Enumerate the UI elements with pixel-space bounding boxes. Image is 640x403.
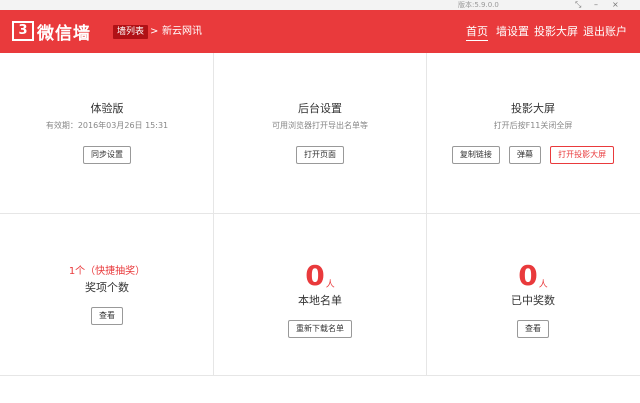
copy-link-button[interactable]: 复制链接 bbox=[451, 146, 500, 164]
nav-logout[interactable]: 退出账户 bbox=[583, 24, 627, 40]
projector-title: 投影大屏 bbox=[511, 102, 555, 115]
trial-title: 体验版 bbox=[90, 102, 124, 115]
backend-desc: 可用浏览器打开导出名单等 bbox=[272, 121, 368, 130]
winners-unit: 人 bbox=[538, 280, 548, 290]
logo: 3 微信墙 bbox=[12, 20, 91, 44]
restore-icon[interactable]: ⤡ bbox=[575, 0, 581, 10]
version-label: 版本:5.9.0.0 bbox=[458, 1, 499, 9]
open-page-button[interactable]: 打开页面 bbox=[296, 146, 344, 164]
local-list-title: 本地名单 bbox=[298, 294, 342, 307]
projector-desc: 打开后按F11关闭全屏 bbox=[493, 121, 573, 130]
sync-settings-button[interactable]: 同步设置 bbox=[83, 146, 131, 164]
view-winners-button[interactable]: 查看 bbox=[517, 320, 549, 338]
backend-title: 后台设置 bbox=[298, 102, 342, 115]
nav-home[interactable]: 首页 bbox=[466, 24, 488, 41]
winners-panel: 0人 已中奖数 查看 bbox=[427, 262, 639, 338]
projector-panel: 投影大屏 打开后按F11关闭全屏 复制链接 弹幕 打开投影大屏 bbox=[427, 100, 639, 164]
logo-text: 微信墙 bbox=[37, 23, 91, 44]
minimize-icon[interactable]: – bbox=[594, 0, 598, 10]
nav-wall-settings[interactable]: 墙设置 bbox=[496, 24, 529, 40]
local-list-count: 0 bbox=[305, 259, 325, 292]
winners-title: 已中奖数 bbox=[511, 294, 555, 307]
open-projector-button[interactable]: 打开投影大屏 bbox=[550, 146, 615, 164]
app-header: 3 微信墙 墙列表 > 新云网讯 首页 墙设置 投影大屏 退出账户 bbox=[0, 10, 640, 53]
trial-panel: 体验版 有效期：2016年03月26日 15:31 同步设置 bbox=[1, 100, 213, 164]
prize-count: 1个（快捷抽奖） bbox=[68, 266, 146, 277]
grid-divider-h bbox=[0, 213, 640, 214]
danmaku-button[interactable]: 弹幕 bbox=[509, 146, 541, 164]
grid-divider-bottom bbox=[0, 375, 640, 376]
prizes-title: 奖项个数 bbox=[85, 281, 129, 294]
logo-icon: 3 bbox=[12, 21, 34, 41]
local-list-unit: 人 bbox=[325, 280, 335, 290]
close-icon[interactable]: × bbox=[612, 0, 619, 10]
breadcrumb-wall-list[interactable]: 墙列表 bbox=[113, 25, 149, 39]
nav-projector[interactable]: 投影大屏 bbox=[534, 24, 578, 40]
view-prizes-button[interactable]: 查看 bbox=[91, 307, 123, 325]
window-titlebar: 版本:5.9.0.0 ⤡ – × bbox=[0, 0, 640, 10]
breadcrumb-separator: > bbox=[150, 26, 159, 37]
redownload-list-button[interactable]: 重新下载名单 bbox=[288, 320, 352, 338]
winners-count: 0 bbox=[518, 259, 538, 292]
local-list-panel: 0人 本地名单 重新下载名单 bbox=[214, 262, 426, 338]
backend-panel: 后台设置 可用浏览器打开导出名单等 打开页面 bbox=[214, 100, 426, 164]
prizes-panel: 1个（快捷抽奖） 奖项个数 查看 bbox=[1, 262, 213, 325]
trial-expiry: 有效期：2016年03月26日 15:31 bbox=[45, 121, 169, 130]
breadcrumb-current: 新云网讯 bbox=[162, 26, 202, 37]
